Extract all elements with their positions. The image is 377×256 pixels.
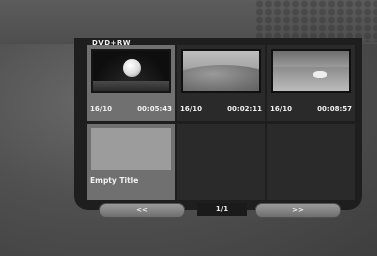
title-meta: 16/10 00:05:43 [90,105,172,117]
dvd-menu-screen: DVD+RW 16/10 00:05:43 16/10 00:02:11 16/… [0,0,377,256]
title-thumbnail [271,49,351,93]
blank-cell [267,124,355,200]
previous-page-button[interactable]: << [99,203,185,218]
thumbnail-field [273,67,349,91]
next-page-button[interactable]: >> [255,203,341,218]
title-duration: 00:02:11 [227,105,262,113]
title-grid: 16/10 00:05:43 16/10 00:02:11 16/10 00:0… [87,45,356,200]
title-meta: 16/10 00:02:11 [180,105,262,117]
empty-thumbnail [91,128,171,170]
thumbnail-animal [313,71,327,78]
page-indicator: 1/1 [197,203,247,216]
thumbnail-ball [123,59,141,77]
title-duration: 00:08:57 [317,105,352,113]
title-duration: 00:05:43 [137,105,172,113]
title-thumbnail [91,49,171,93]
title-date: 16/10 [180,105,203,113]
page-navigation: << 1/1 >> [99,203,341,218]
empty-title-cell[interactable]: Empty Title [87,124,175,200]
title-cell-3[interactable]: 16/10 00:08:57 [267,45,355,121]
title-meta: 16/10 00:08:57 [270,105,352,117]
thumbnail-ground [93,81,169,91]
blank-cell [177,124,265,200]
title-thumbnail [181,49,261,93]
hex-pattern-decoration [255,0,377,42]
title-date: 16/10 [270,105,293,113]
thumbnail-hill [183,65,259,91]
title-cell-2[interactable]: 16/10 00:02:11 [177,45,265,121]
title-cell-1[interactable]: 16/10 00:05:43 [87,45,175,121]
empty-title-label: Empty Title [90,176,139,185]
title-date: 16/10 [90,105,113,113]
